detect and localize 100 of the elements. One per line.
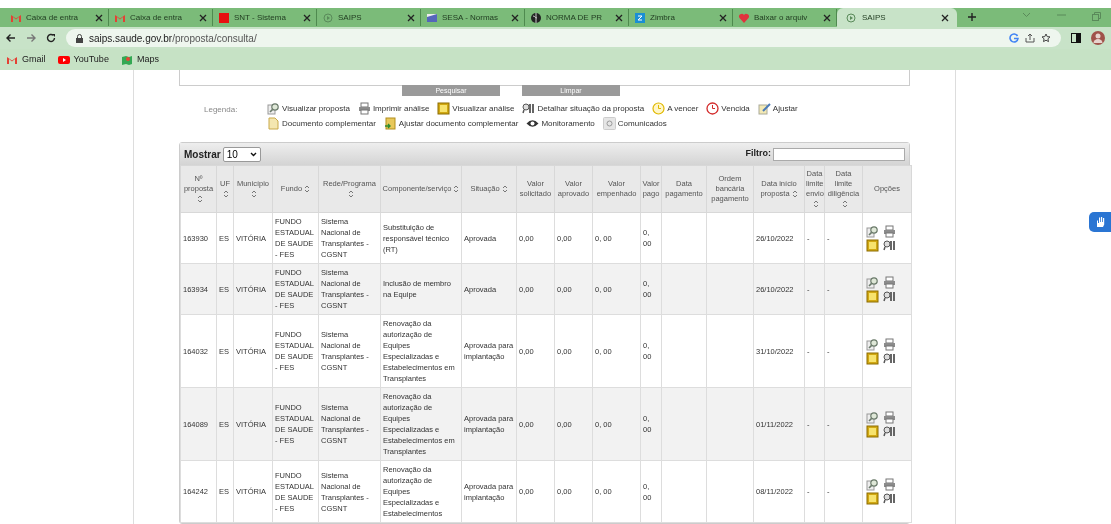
close-icon[interactable]	[941, 13, 949, 22]
detail-icon[interactable]	[883, 351, 896, 365]
table-cell	[706, 263, 754, 315]
heart-icon	[738, 11, 750, 24]
show-label: Mostrar	[184, 147, 221, 162]
close-icon[interactable]	[823, 13, 831, 22]
magnifier-icon[interactable]	[866, 410, 879, 424]
play-icon	[57, 53, 70, 66]
detail-icon[interactable]	[883, 424, 896, 438]
sort-icon[interactable]	[196, 195, 203, 203]
eye-icon	[526, 117, 540, 130]
share-icon[interactable]	[1025, 33, 1035, 43]
magnifier-icon[interactable]	[866, 224, 879, 238]
browser-tab[interactable]: NORMA DE PR	[525, 9, 629, 26]
legend-text: Comunicados	[617, 117, 667, 130]
printer-icon[interactable]	[883, 224, 896, 238]
notepad-pencil-icon	[757, 102, 771, 115]
browser-tab[interactable]: SNT - Sistema	[213, 9, 317, 26]
back-icon[interactable]	[6, 33, 16, 43]
legend-text: Visualizar análise	[452, 102, 515, 115]
image-icon	[437, 102, 451, 115]
image-icon[interactable]	[866, 289, 879, 303]
legend-text: Vencida	[721, 102, 750, 115]
close-icon[interactable]	[615, 13, 623, 22]
table-cell	[706, 460, 754, 523]
sort-icon[interactable]	[501, 185, 508, 193]
image-icon[interactable]	[866, 238, 879, 252]
hand-icon	[1094, 216, 1106, 228]
browser-tab[interactable]: SAIPS	[317, 9, 421, 26]
sort-icon[interactable]	[223, 190, 229, 198]
magnifier-icon[interactable]	[866, 478, 879, 491]
printer-icon[interactable]	[883, 337, 896, 351]
browser-tab[interactable]: SAIPS	[837, 8, 957, 27]
map-pin-icon	[120, 53, 133, 66]
close-icon[interactable]	[303, 13, 311, 22]
browser-tab[interactable]: Zimbra	[629, 9, 733, 26]
bookmark[interactable]: Gmail	[6, 52, 46, 67]
legend-text: Ajustar	[772, 102, 798, 115]
clock-icon	[652, 102, 666, 115]
close-icon[interactable]	[407, 13, 415, 22]
star-icon[interactable]	[1041, 33, 1051, 43]
reload-icon[interactable]	[46, 33, 56, 43]
url-text: saips.saude.gov.br/proposta/consulta/	[89, 31, 258, 46]
legend-text: Monitoramento	[541, 117, 595, 130]
legend-text: Detalhar situação da proposta	[537, 102, 645, 115]
close-icon[interactable]	[719, 13, 727, 22]
square-icon	[218, 11, 230, 24]
sort-icon[interactable]	[251, 190, 257, 198]
globe-icon	[530, 11, 542, 24]
sort-icon[interactable]	[347, 190, 354, 198]
image-icon[interactable]	[866, 424, 879, 438]
new-tab-icon[interactable]	[967, 12, 977, 22]
table-cell	[706, 212, 754, 264]
close-icon[interactable]	[95, 13, 103, 22]
detail-icon[interactable]	[883, 238, 896, 252]
google-icon[interactable]	[1009, 33, 1019, 43]
browser-tab[interactable]: Caixa de entra	[109, 9, 213, 26]
dropdown-caret-icon	[249, 151, 257, 157]
document-icon	[267, 117, 280, 130]
address-bar[interactable]: saips.saude.gov.br/proposta/consulta/	[66, 29, 1061, 47]
page-size-select[interactable]: 10	[222, 146, 261, 162]
clock-icon	[706, 102, 720, 115]
sidebar-icon[interactable]	[1071, 33, 1081, 43]
sort-icon[interactable]	[841, 200, 848, 208]
image-icon[interactable]	[866, 351, 879, 365]
printer-icon[interactable]	[883, 410, 896, 424]
loader-icon	[845, 11, 857, 24]
avatar-icon[interactable]	[1091, 31, 1105, 45]
table-cell	[661, 263, 707, 315]
close-icon[interactable]	[511, 13, 519, 22]
legend-text: Imprimir análise	[372, 102, 430, 115]
filter-field[interactable]	[773, 147, 905, 161]
magnifier-icon[interactable]	[866, 275, 879, 289]
flag-icon	[426, 11, 438, 24]
table-cell	[661, 460, 707, 523]
printer-icon[interactable]	[883, 478, 896, 491]
sort-icon[interactable]	[304, 185, 311, 193]
forward-icon[interactable]	[26, 33, 36, 43]
magnifier-icon	[267, 102, 280, 115]
sort-icon[interactable]	[791, 190, 798, 198]
detail-icon[interactable]	[883, 289, 896, 303]
loader-icon	[322, 11, 334, 24]
printer-icon	[357, 102, 371, 115]
bookmark[interactable]: Maps	[120, 52, 159, 67]
legend-text: Ajustar documento complementar	[398, 117, 519, 130]
bookmark[interactable]: YouTube	[57, 52, 109, 67]
sort-icon[interactable]	[812, 200, 819, 208]
detail-icon[interactable]	[883, 492, 896, 505]
filter-label: Filtro:	[745, 147, 771, 161]
accessibility-button[interactable]	[1089, 212, 1111, 232]
detail-icon	[522, 102, 536, 115]
notice-icon	[602, 117, 616, 130]
magnifier-icon[interactable]	[866, 337, 879, 351]
browser-tab[interactable]: SESA - Normas	[421, 9, 525, 26]
close-icon[interactable]	[199, 13, 207, 22]
printer-icon[interactable]	[883, 275, 896, 289]
legend-text: Documento complementar	[282, 117, 376, 130]
browser-tab[interactable]: Caixa de entra	[5, 9, 109, 26]
sort-icon[interactable]	[453, 185, 460, 193]
image-icon[interactable]	[866, 492, 879, 505]
